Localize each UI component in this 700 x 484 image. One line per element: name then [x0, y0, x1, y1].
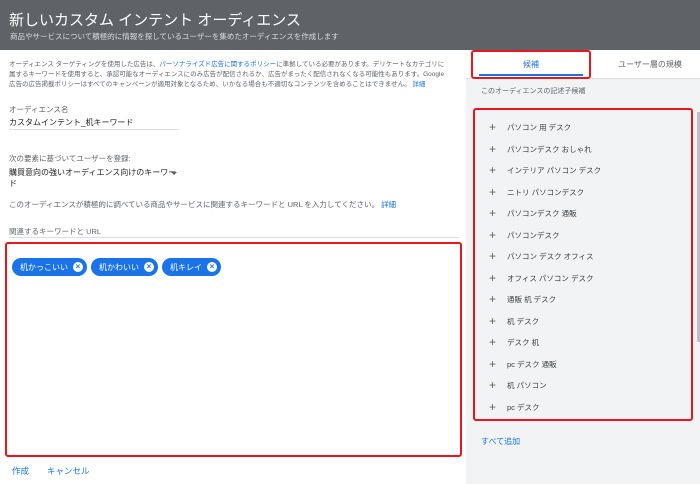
plus-icon: +: [489, 163, 497, 177]
keywords-underline: [9, 237, 459, 238]
keyword-chip[interactable]: 机かわいい ×: [91, 258, 158, 276]
suggestion-item[interactable]: + パソコン デスク オフィス: [489, 245, 594, 267]
suggestion-item[interactable]: + パソコン 用 デスク: [489, 116, 571, 138]
action-bar: 作成 キャンセル: [0, 465, 466, 484]
suggestion-item[interactable]: + 机 パソコン: [489, 374, 547, 396]
active-tab-indicator: [479, 74, 583, 76]
policy-link[interactable]: パーソナライズド広告に関するポリシー: [159, 61, 276, 68]
keyword-chip[interactable]: 机かっこいい ×: [12, 258, 87, 276]
plus-icon: +: [489, 185, 497, 199]
suggestion-item[interactable]: + パソコンデスク 通販: [489, 202, 577, 224]
tab-audience-size[interactable]: ユーザー層の規模: [600, 50, 700, 79]
suggestion-label: 机 パソコン: [507, 380, 547, 390]
tab-audience-size-label: ユーザー層の規模: [618, 60, 682, 69]
suggestion-item[interactable]: + 通販 机 デスク: [489, 288, 556, 310]
suggestion-label: インテリア パソコン デスク: [507, 165, 602, 175]
suggestion-label: パソコンデスク: [507, 230, 560, 240]
plus-icon: +: [489, 142, 497, 156]
keywords-label: 関連するキーワードと URL: [9, 227, 102, 236]
suggestion-label: パソコン デスク オフィス: [507, 251, 594, 261]
audience-name-input[interactable]: カスタムインテント_机キーワード: [9, 117, 133, 128]
suggestions-list: + パソコン 用 デスク + パソコンデスク おしゃれ + インテリア パソコン デス…: [473, 108, 693, 421]
remove-chip-icon[interactable]: ×: [207, 262, 217, 272]
keyword-chip-label: 机キレイ: [170, 262, 202, 272]
plus-icon: +: [489, 206, 497, 220]
tab-candidates-label: 候補: [523, 60, 539, 69]
tab-candidates[interactable]: 候補: [471, 50, 591, 79]
cancel-button[interactable]: キャンセル: [47, 465, 90, 477]
suggestion-item[interactable]: + ニトリ パソコンデスク: [489, 181, 584, 203]
plus-icon: +: [489, 357, 497, 371]
keywords-description-text: このオーディエンスが積極的に調べている商品やサービスに関連するキーワードと UR…: [9, 200, 379, 209]
create-button[interactable]: 作成: [12, 465, 29, 477]
plus-icon: +: [489, 249, 497, 263]
suggestions-label: このオーディエンスの記述子候補: [481, 88, 586, 95]
suggestion-label: デスク 机: [507, 337, 540, 347]
policy-notice: オーディエンス ターゲティングを使用した広告は、パーソナライズド広告に関するポリ…: [9, 60, 459, 90]
suggestion-item[interactable]: + パソコンデスク: [489, 224, 560, 246]
register-label: 次の要素に基づいてユーザーを登録:: [9, 154, 131, 163]
page-title: 新しいカスタム インテント オーディエンス: [9, 12, 301, 29]
register-select-value: 購買意向の強いオーディエンス向けのキーワード: [9, 168, 177, 188]
suggestion-item[interactable]: + パソコンデスク おしゃれ: [489, 138, 592, 160]
plus-icon: +: [489, 378, 497, 392]
add-all-button[interactable]: すべて追加: [481, 436, 520, 447]
dropdown-arrow-icon: [171, 172, 177, 175]
keyword-chip[interactable]: 机キレイ ×: [162, 258, 221, 276]
policy-text-2: に準拠している必要があります。デリケートなカテゴリに: [276, 61, 445, 68]
suggestion-item[interactable]: + pc デスク 通販: [489, 353, 557, 375]
suggestion-label: オフィス パソコン デスク: [507, 273, 594, 283]
keywords-description: このオーディエンスが積極的に調べている商品やサービスに関連するキーワードと UR…: [9, 199, 396, 210]
audience-name-underline: [9, 129, 179, 130]
keywords-input-area[interactable]: 机かっこいい × 机かわいい × 机キレイ ×: [5, 242, 462, 457]
keywords-details-link[interactable]: 詳細: [381, 200, 396, 209]
suggestion-label: pc デスク: [507, 402, 540, 412]
suggestion-label: パソコンデスク おしゃれ: [507, 144, 592, 154]
suggestion-label: パソコン 用 デスク: [507, 122, 572, 132]
suggestion-label: ニトリ パソコンデスク: [507, 187, 585, 197]
sidebar-tabs: 候補 ユーザー層の規模: [466, 50, 700, 79]
suggestion-label: 通販 机 デスク: [507, 294, 557, 304]
plus-icon: +: [489, 314, 497, 328]
suggestion-item[interactable]: + pc デスク: [489, 396, 540, 418]
audience-name-label: オーディエンス名: [9, 105, 69, 114]
keyword-chip-label: 机かっこいい: [20, 262, 68, 272]
suggestion-item[interactable]: + インテリア パソコン デスク: [489, 159, 601, 181]
remove-chip-icon[interactable]: ×: [73, 262, 83, 272]
suggestion-item[interactable]: + オフィス パソコン デスク: [489, 267, 594, 289]
suggestion-label: pc デスク 通販: [507, 359, 557, 369]
form-panel: オーディエンス ターゲティングを使用した広告は、パーソナライズド広告に関するポリ…: [0, 50, 466, 465]
plus-icon: +: [489, 271, 497, 285]
suggestion-label: 机 デスク: [507, 316, 540, 326]
suggestion-item[interactable]: + デスク 机: [489, 331, 539, 353]
policy-text-4: 広告の広告掲載ポリシーはすべてのキャンペーンが適用対象となるため、いかなる場合も…: [9, 81, 411, 88]
plus-icon: +: [489, 292, 497, 306]
policy-details-link[interactable]: 詳細: [412, 81, 425, 88]
header-bar: 新しいカスタム インテント オーディエンス 商品やサービスについて積極的に情報を…: [0, 0, 700, 50]
register-select[interactable]: 購買意向の強いオーディエンス向けのキーワード: [9, 167, 181, 188]
keyword-chips: 机かっこいい × 机かわいい × 机キレイ ×: [12, 258, 221, 276]
suggestion-label: パソコンデスク 通販: [507, 208, 577, 218]
plus-icon: +: [489, 120, 497, 134]
suggestion-item[interactable]: + 机 デスク: [489, 310, 539, 332]
keyword-chip-label: 机かわいい: [99, 262, 139, 272]
remove-chip-icon[interactable]: ×: [144, 262, 154, 272]
page-subtitle: 商品やサービスについて積極的に情報を探しているユーザーを集めたオーディエンスを作…: [10, 32, 339, 41]
plus-icon: +: [489, 335, 497, 349]
plus-icon: +: [489, 400, 497, 414]
policy-text-3: 属するキーワードを使用すると、承認可能なオーディエンスにのみ広告が配信されるか、…: [9, 71, 445, 78]
suggestions-panel: 候補 ユーザー層の規模 このオーディエンスの記述子候補 + パソコン 用 デスク …: [466, 50, 700, 484]
plus-icon: +: [489, 228, 497, 242]
policy-text-1: オーディエンス ターゲティングを使用した広告は、: [9, 61, 160, 68]
